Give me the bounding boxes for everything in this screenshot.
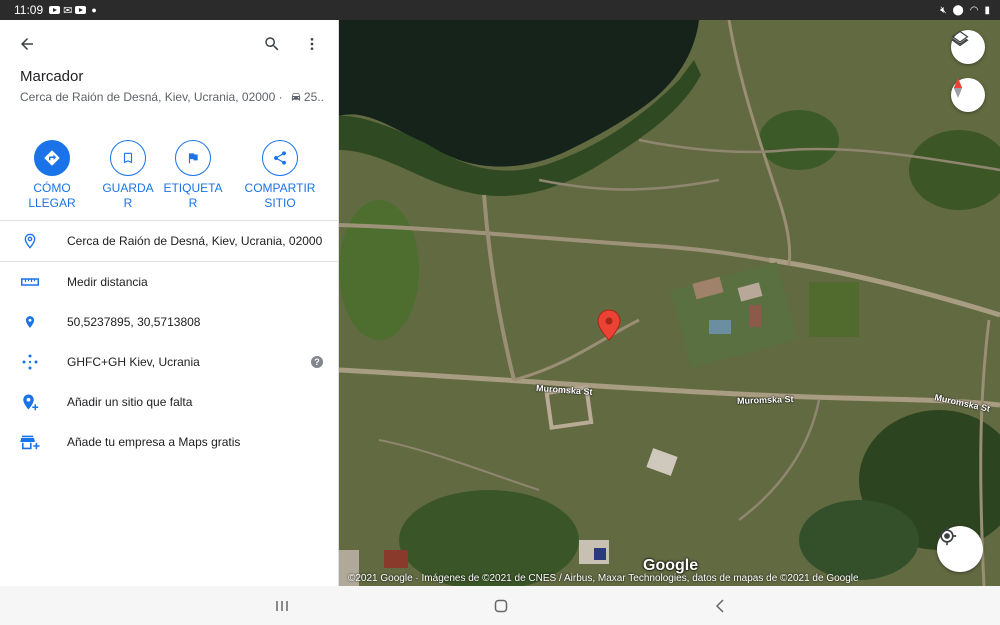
street-label: Muromska St (736, 394, 794, 406)
search-icon[interactable] (260, 32, 284, 56)
mute-icon: 🔇︎ (940, 4, 947, 16)
label-button[interactable]: ETIQUETA R (153, 140, 233, 211)
share-icon[interactable] (262, 140, 298, 176)
satellite-map[interactable]: Muromska St Muromska St Muromska St Goog… (339, 20, 1000, 586)
location-pin-icon (0, 232, 60, 250)
address-row[interactable]: Cerca de Raión de Desná, Kiev, Ucrania, … (0, 221, 339, 261)
place-address: Cerca de Raión de Desná, Kiev, Ucrania, … (20, 90, 286, 104)
coordinates-text: 50,5237895, 30,5713808 (67, 315, 201, 329)
layers-button[interactable] (951, 30, 985, 64)
address-text: Cerca de Raión de Desná, Kiev, Ucrania, … (67, 234, 323, 248)
help-icon[interactable]: ? (311, 356, 323, 368)
add-missing-place-text: Añadir un sitio que falta (67, 395, 193, 409)
add-business-text: Añade tu empresa a Maps gratis (67, 435, 241, 449)
place-panel: Marcador Cerca de Raión de Desná, Kiev, … (0, 20, 339, 586)
measure-distance-text: Medir distancia (67, 275, 148, 289)
place-subtitle: Cerca de Raión de Desná, Kiev, Ucrania, … (20, 90, 325, 105)
home-icon[interactable] (491, 596, 511, 616)
compass-icon (953, 78, 963, 98)
add-business-icon (0, 434, 60, 450)
battery-icon: ▮ (984, 4, 990, 16)
label-label[interactable]: ETIQUETA R (153, 181, 233, 211)
directions-label[interactable]: CÓMO LLEGAR (12, 181, 92, 211)
my-location-icon (937, 526, 957, 546)
youtube-icon (49, 6, 61, 14)
status-bar: 11:09 ✉ ● 🔇︎ ⬤ ◠ ▮ (0, 0, 1000, 20)
layers-icon (951, 30, 969, 47)
my-location-button[interactable] (937, 526, 983, 572)
satellite-imagery (339, 20, 1000, 586)
plus-code-row[interactable]: GHFC+GH Kiev, Ucrania ? (0, 342, 339, 382)
recent-apps-icon[interactable] (272, 596, 292, 616)
status-right-icons: 🔇︎ ⬤ ◠ ▮ (940, 5, 990, 16)
place-title: Marcador (20, 68, 84, 85)
system-nav-bar (0, 586, 1000, 625)
add-missing-place-row[interactable]: Añadir un sitio que falta (0, 382, 339, 422)
gmail-icon: ✉ (63, 4, 73, 17)
ruler-icon (0, 277, 60, 287)
coordinates-row[interactable]: 50,5237895, 30,5713808 (0, 302, 339, 342)
panel-toolbar (0, 20, 338, 68)
status-time: 11:09 (14, 3, 44, 17)
action-buttons: CÓMO LLEGAR GUARDA R ETIQUETA R COMPARTIR SI… (0, 140, 339, 220)
plus-code-text: GHFC+GH Kiev, Ucrania (67, 355, 200, 369)
youtube-icon (75, 6, 87, 14)
back-icon[interactable] (710, 596, 730, 616)
map-attribution[interactable]: ©2021 Google · Imágenes de ©2021 de CNES… (348, 573, 859, 584)
plus-code-icon (0, 353, 60, 371)
back-arrow-icon[interactable] (15, 32, 39, 56)
flag-icon[interactable] (175, 140, 211, 176)
share-button[interactable]: COMPARTIR SITIO (240, 140, 320, 211)
measure-distance-row[interactable]: Medir distancia (0, 262, 339, 302)
place-distance: 25... (303, 90, 325, 104)
add-business-row[interactable]: Añade tu empresa a Maps gratis (0, 422, 339, 462)
compass-button[interactable] (951, 78, 985, 112)
directions-icon[interactable] (34, 140, 70, 176)
pin-icon (0, 313, 60, 331)
share-label[interactable]: COMPARTIR SITIO (240, 181, 320, 211)
directions-button[interactable]: CÓMO LLEGAR (12, 140, 92, 211)
car-icon (290, 91, 302, 105)
add-place-icon (0, 393, 60, 411)
more-vert-icon[interactable] (300, 32, 324, 56)
bookmark-icon[interactable] (110, 140, 146, 176)
dot-icon: ● (91, 5, 97, 15)
wifi-icon: ◠ (969, 4, 979, 16)
location-icon: ⬤ (952, 4, 964, 16)
